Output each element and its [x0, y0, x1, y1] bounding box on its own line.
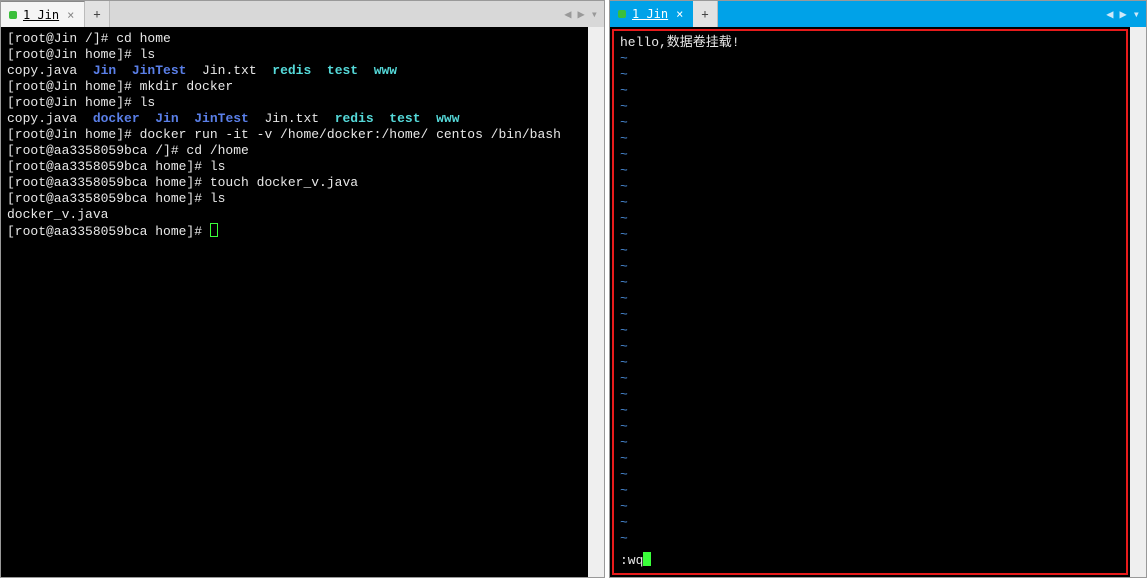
terminal-text: docker Jin JinTest	[93, 111, 249, 126]
tab-label: 1 Jin	[632, 7, 668, 21]
vim-empty-line: ~	[620, 355, 1120, 371]
terminal-line: [root@Jin home]# docker run -it -v /home…	[7, 127, 582, 143]
vim-empty-line: ~	[620, 83, 1120, 99]
vim-empty-line: ~	[620, 275, 1120, 291]
right-tabbar: 1 Jin × + ◀ ▶ ▾	[610, 1, 1146, 27]
vim-empty-line: ~	[620, 483, 1120, 499]
vim-empty-line: ~	[620, 147, 1120, 163]
terminal-line: [root@Jin /]# cd home	[7, 31, 582, 47]
terminal-text: copy.java	[7, 111, 93, 126]
vim-empty-line: ~	[620, 179, 1120, 195]
vim-empty-line: ~	[620, 339, 1120, 355]
vim-empty-line: ~	[620, 195, 1120, 211]
left-tab-nav: ◀ ▶ ▾	[562, 1, 600, 27]
vim-command-line: :wq	[620, 552, 651, 569]
vim-empty-line: ~	[620, 499, 1120, 515]
vim-empty-line: ~	[620, 371, 1120, 387]
right-tab-nav: ◀ ▶ ▾	[1104, 1, 1142, 27]
terminal-line: [root@aa3358059bca home]# ls	[7, 159, 582, 175]
tab-prev-icon[interactable]: ◀	[1104, 7, 1115, 21]
tab-next-icon[interactable]: ▶	[576, 7, 587, 21]
vim-empty-line: ~	[620, 387, 1120, 403]
left-tabbar: 1 Jin × + ◀ ▶ ▾	[1, 1, 604, 27]
right-pane: 1 Jin × + ◀ ▶ ▾ hello,数据卷挂载!~~~~~~~~~~~~…	[609, 0, 1147, 578]
terminal-line: [root@Jin home]# mkdir docker	[7, 79, 582, 95]
vim-empty-line: ~	[620, 515, 1120, 531]
vim-empty-line: ~	[620, 323, 1120, 339]
vim-command-text: :wq	[620, 553, 643, 568]
terminal-text: Jin JinTest	[93, 63, 187, 78]
terminal-text: Jin.txt	[186, 63, 272, 78]
terminal-text: [root@Jin home]# ls	[7, 95, 155, 110]
new-tab-button-right[interactable]: +	[693, 1, 717, 27]
vim-empty-line: ~	[620, 131, 1120, 147]
terminal-text: redis test www	[335, 111, 460, 126]
vim-empty-line: ~	[620, 419, 1120, 435]
terminal-text: [root@aa3358059bca home]# ls	[7, 191, 225, 206]
right-term-wrap: hello,数据卷挂载!~~~~~~~~~~~~~~~~~~~~~~~~~~~~…	[610, 27, 1146, 577]
tab-label: 1 Jin	[23, 8, 59, 22]
vim-empty-line: ~	[620, 211, 1120, 227]
tab-prev-icon[interactable]: ◀	[562, 7, 573, 21]
terminal-line: copy.java docker Jin JinTest Jin.txt red…	[7, 111, 582, 127]
close-icon[interactable]: ×	[65, 8, 76, 22]
terminal-text: [root@aa3358059bca home]# ls	[7, 159, 225, 174]
vim-empty-line: ~	[620, 307, 1120, 323]
cursor-icon	[643, 552, 651, 566]
right-terminal-vim[interactable]: hello,数据卷挂载!~~~~~~~~~~~~~~~~~~~~~~~~~~~~…	[612, 29, 1128, 575]
terminal-text: [root@Jin home]# docker run -it -v /home…	[7, 127, 561, 142]
terminal-line: [root@aa3358059bca home]# touch docker_v…	[7, 175, 582, 191]
terminal-text: [root@aa3358059bca /]# cd /home	[7, 143, 249, 158]
split-container: 1 Jin × + ◀ ▶ ▾ [root@Jin /]# cd home[ro…	[0, 0, 1147, 578]
terminal-text: [root@aa3358059bca home]#	[7, 224, 210, 239]
terminal-text: [root@Jin home]# mkdir docker	[7, 79, 233, 94]
right-scrollbar[interactable]	[1130, 27, 1146, 577]
tab-next-icon[interactable]: ▶	[1118, 7, 1129, 21]
status-dot-icon	[618, 10, 626, 18]
vim-content-line: hello,数据卷挂载!	[620, 35, 1120, 51]
close-icon[interactable]: ×	[674, 7, 685, 21]
terminal-text: docker_v.java	[7, 207, 108, 222]
left-pane: 1 Jin × + ◀ ▶ ▾ [root@Jin /]# cd home[ro…	[0, 0, 605, 578]
left-scrollbar[interactable]	[588, 27, 604, 577]
status-dot-icon	[9, 11, 17, 19]
vim-empty-line: ~	[620, 227, 1120, 243]
vim-empty-line: ~	[620, 163, 1120, 179]
terminal-line: docker_v.java	[7, 207, 582, 223]
terminal-line: copy.java Jin JinTest Jin.txt redis test…	[7, 63, 582, 79]
terminal-text: [root@Jin /]# cd home	[7, 31, 171, 46]
tab-menu-icon[interactable]: ▾	[589, 7, 600, 21]
terminal-line: [root@aa3358059bca home]#	[7, 223, 582, 240]
new-tab-button-left[interactable]: +	[85, 1, 109, 27]
vim-empty-line: ~	[620, 51, 1120, 67]
terminal-text: redis test www	[272, 63, 397, 78]
vim-empty-line: ~	[620, 67, 1120, 83]
tab-1-jin-left[interactable]: 1 Jin ×	[1, 1, 85, 27]
terminal-text: copy.java	[7, 63, 93, 78]
terminal-text: [root@aa3358059bca home]# touch docker_v…	[7, 175, 358, 190]
terminal-line: [root@aa3358059bca /]# cd /home	[7, 143, 582, 159]
vim-empty-line: ~	[620, 243, 1120, 259]
terminal-line: [root@Jin home]# ls	[7, 95, 582, 111]
terminal-text: Jin.txt	[249, 111, 335, 126]
tab-menu-icon[interactable]: ▾	[1131, 7, 1142, 21]
left-term-wrap: [root@Jin /]# cd home[root@Jin home]# ls…	[1, 27, 604, 577]
cursor-icon	[210, 223, 218, 237]
plus-icon: +	[701, 7, 708, 21]
left-terminal[interactable]: [root@Jin /]# cd home[root@Jin home]# ls…	[1, 27, 588, 577]
vim-empty-line: ~	[620, 403, 1120, 419]
vim-empty-line: ~	[620, 115, 1120, 131]
vim-empty-line: ~	[620, 467, 1120, 483]
vim-empty-line: ~	[620, 435, 1120, 451]
terminal-text: [root@Jin home]# ls	[7, 47, 155, 62]
vim-empty-line: ~	[620, 259, 1120, 275]
plus-icon: +	[93, 7, 100, 21]
tab-1-jin-right[interactable]: 1 Jin ×	[610, 1, 693, 27]
vim-empty-line: ~	[620, 99, 1120, 115]
terminal-line: [root@Jin home]# ls	[7, 47, 582, 63]
terminal-line: [root@aa3358059bca home]# ls	[7, 191, 582, 207]
vim-empty-line: ~	[620, 531, 1120, 547]
vim-empty-line: ~	[620, 291, 1120, 307]
vim-empty-line: ~	[620, 451, 1120, 467]
